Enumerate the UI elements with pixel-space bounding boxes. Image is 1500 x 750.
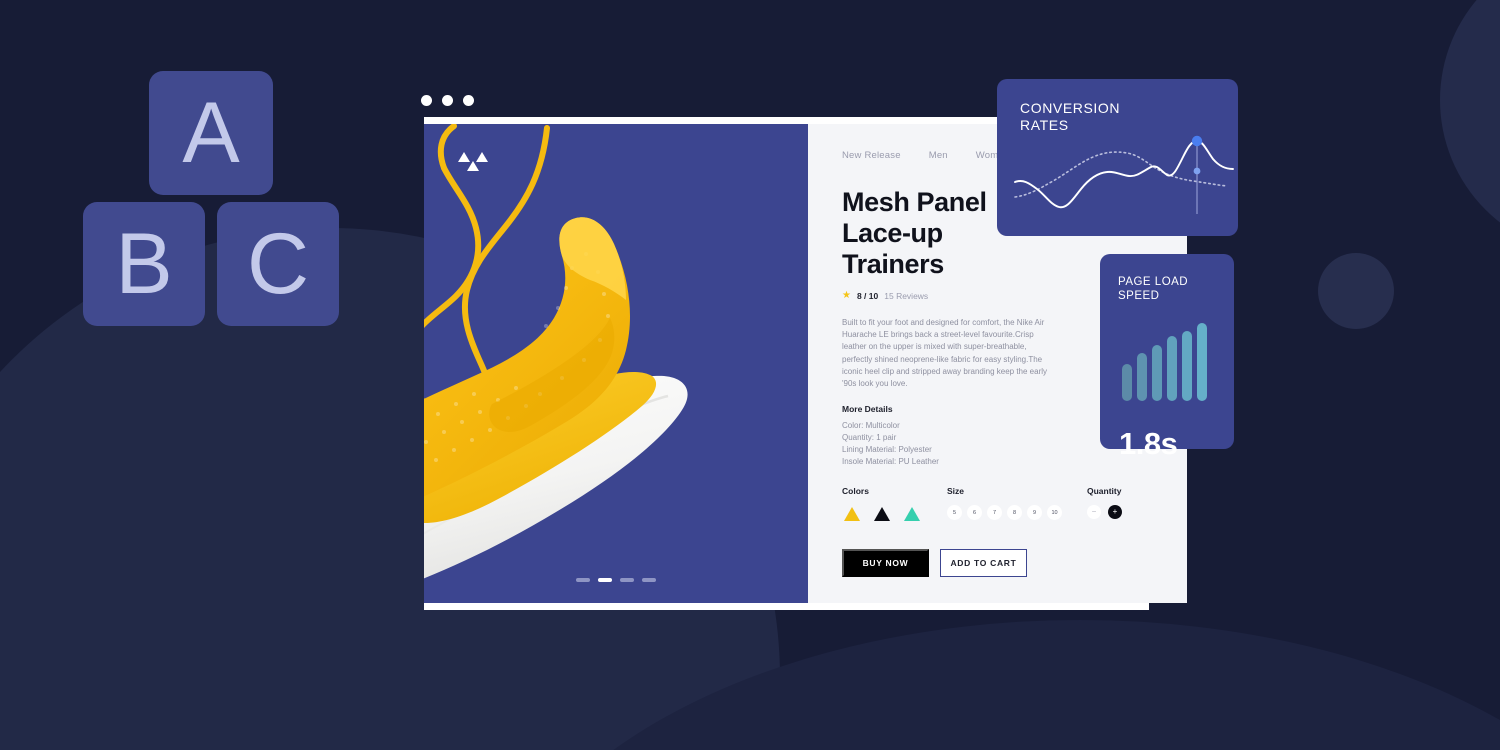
page-load-title-line-1: PAGE LOAD (1118, 276, 1189, 288)
quantity-increment-button[interactable]: + (1108, 505, 1122, 520)
page-load-speed-card: PAGE LOAD SPEED 1.8s (1100, 254, 1234, 461)
size-chip-9[interactable]: 9 (1027, 505, 1042, 521)
size-chip-10[interactable]: 10 (1047, 505, 1062, 521)
speed-bar-4 (1167, 336, 1177, 401)
letter-block-b: B (83, 202, 205, 326)
star-icon: ★ (842, 290, 851, 301)
background-circle-top-right (1440, 0, 1500, 255)
product-shoe-image (424, 124, 808, 603)
rating-review-count[interactable]: 15 Reviews (884, 291, 928, 301)
page-load-speed-title: PAGE LOAD SPEED (1118, 275, 1188, 303)
page-load-speed-value: 1.8s (1119, 426, 1178, 461)
add-to-cart-button[interactable]: ADD TO CART (940, 549, 1027, 578)
letter-block-c-label: C (246, 215, 310, 312)
speed-bar-6 (1197, 323, 1207, 401)
color-swatch-black[interactable] (872, 505, 892, 523)
window-dot-2[interactable] (442, 95, 453, 106)
rating-score: 8 / 10 (856, 290, 879, 301)
letter-block-b-label: B (115, 215, 173, 312)
size-label: Size (947, 486, 965, 497)
chart-marker-primary (1191, 135, 1203, 147)
image-carousel-indicator[interactable] (576, 578, 656, 582)
carousel-dash-3[interactable] (620, 578, 634, 582)
product-description: Built to fit your foot and designed for … (842, 318, 1048, 389)
nav-item-men[interactable]: Men (929, 150, 948, 161)
page-load-title-line-2: SPEED (1118, 290, 1160, 302)
quantity-stepper: − + (1087, 505, 1157, 520)
buy-now-button[interactable]: BUY NOW (842, 549, 929, 578)
letter-block-a: A (149, 71, 273, 195)
color-option-group: Colors (842, 486, 947, 526)
conversion-rates-card: CONVERSION RATES (997, 79, 1238, 236)
speed-bar-2 (1137, 353, 1147, 401)
speed-bar-3 (1152, 345, 1162, 401)
speed-bar-5 (1182, 331, 1192, 401)
colors-label: Colors (842, 486, 869, 497)
browser-window-controls[interactable] (421, 95, 474, 106)
window-dot-1[interactable] (421, 95, 432, 106)
letter-block-c: C (217, 202, 339, 326)
spec-insole: Insole Material: PU Leather (842, 456, 939, 466)
size-option-group: Size 5 6 7 8 9 10 (947, 486, 1087, 523)
carousel-dash-1[interactable] (576, 578, 590, 582)
product-action-buttons: BUY NOW ADD TO CART (842, 549, 1157, 578)
nav-item-new-release[interactable]: New Release (842, 150, 901, 161)
carousel-dash-4[interactable] (642, 578, 656, 582)
size-chip-5[interactable]: 5 (947, 505, 962, 521)
quantity-decrement-button[interactable]: − (1087, 505, 1101, 520)
size-chip-7[interactable]: 7 (987, 505, 1002, 521)
product-options: Colors Size 5 6 7 8 9 10 Quantity − + (842, 486, 1157, 526)
letter-block-a-label: A (182, 84, 240, 181)
color-swatch-list (842, 504, 947, 526)
color-swatch-teal[interactable] (902, 505, 922, 523)
quantity-option-group: Quantity − + (1087, 486, 1157, 523)
window-dot-3[interactable] (463, 95, 474, 106)
color-swatch-yellow[interactable] (842, 504, 864, 526)
background-circle-small (1318, 253, 1394, 329)
product-image-panel (424, 124, 808, 603)
page-load-speed-bars (1122, 323, 1207, 401)
size-chip-6[interactable]: 6 (967, 505, 982, 521)
speed-bar-1 (1122, 364, 1132, 401)
conversion-rates-chart (1014, 135, 1234, 214)
carousel-dash-2[interactable] (598, 578, 612, 582)
quantity-label: Quantity (1087, 486, 1122, 497)
chart-marker-secondary (1193, 167, 1201, 175)
size-chip-list: 5 6 7 8 9 10 (947, 505, 1087, 521)
triangle-logo-icon (458, 152, 492, 172)
size-chip-8[interactable]: 8 (1007, 505, 1022, 521)
